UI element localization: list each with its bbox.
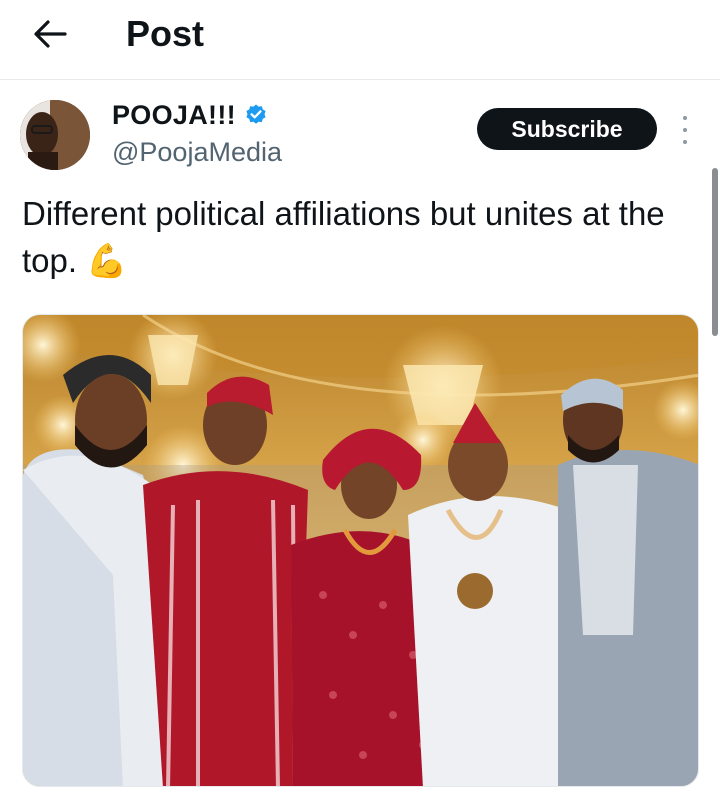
- back-button[interactable]: [28, 14, 72, 54]
- more-vertical-icon[interactable]: [676, 116, 694, 144]
- subscribe-button[interactable]: Subscribe: [477, 108, 657, 150]
- arrow-left-icon: [34, 20, 67, 48]
- verified-badge-icon: [246, 104, 266, 124]
- author-handle[interactable]: @PoojaMedia: [112, 136, 282, 168]
- post-text: Different political affiliations but uni…: [22, 195, 665, 279]
- top-bar: Post: [0, 0, 720, 80]
- author-name-row[interactable]: POOJA!!!: [112, 98, 268, 132]
- avatar[interactable]: [20, 100, 90, 170]
- post-photo[interactable]: [22, 314, 699, 787]
- scrollbar[interactable]: [712, 168, 718, 336]
- author-name[interactable]: POOJA!!!: [112, 98, 236, 132]
- page-title: Post: [126, 13, 205, 54]
